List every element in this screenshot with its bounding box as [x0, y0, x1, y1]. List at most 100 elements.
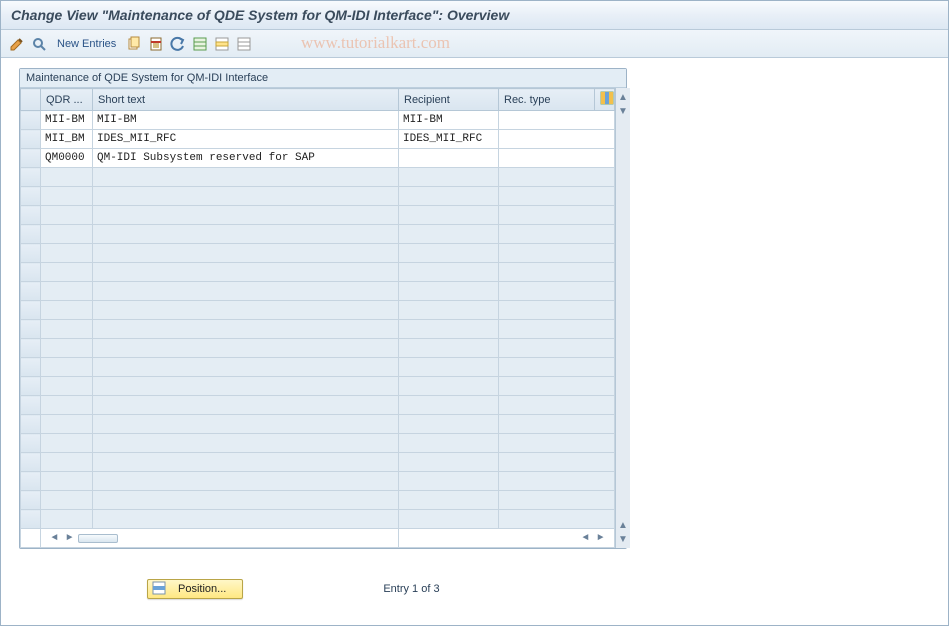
cell-short_text	[93, 187, 399, 206]
other-view-icon[interactable]	[31, 36, 47, 52]
cell-qdr[interactable]: MII_BM	[41, 130, 93, 149]
undo-icon[interactable]	[170, 36, 186, 52]
scroll-right-icon[interactable]: ►	[63, 532, 76, 545]
column-qdr[interactable]: QDR ...	[41, 89, 93, 111]
scroll-up-icon[interactable]: ▲	[616, 518, 630, 532]
cell-short_text[interactable]: QM-IDI Subsystem reserved for SAP	[93, 149, 399, 168]
cell-qdr	[41, 244, 93, 263]
cell-rec_type	[499, 168, 615, 187]
cell-qdr	[41, 377, 93, 396]
table-row: QM0000QM-IDI Subsystem reserved for SAP	[21, 149, 615, 168]
change-display-icon[interactable]	[9, 36, 25, 52]
column-rec-type[interactable]: Rec. type	[499, 89, 595, 111]
cell-qdr	[41, 434, 93, 453]
scroll-down-icon[interactable]: ▼	[616, 532, 630, 546]
cell-short_text	[93, 491, 399, 510]
delete-icon[interactable]	[148, 36, 164, 52]
row-selector[interactable]	[21, 510, 41, 529]
new-entries-button[interactable]: New Entries	[53, 38, 120, 50]
deselect-all-icon[interactable]	[236, 36, 252, 52]
configure-columns-button[interactable]	[595, 89, 615, 111]
row-selector[interactable]	[21, 225, 41, 244]
cell-short_text	[93, 206, 399, 225]
row-selector[interactable]	[21, 377, 41, 396]
row-selector[interactable]	[21, 130, 41, 149]
row-selector[interactable]	[21, 187, 41, 206]
cell-short_text[interactable]: IDES_MII_RFC	[93, 130, 399, 149]
cell-recipient	[399, 282, 499, 301]
select-block-icon[interactable]	[214, 36, 230, 52]
cell-rec_type[interactable]	[499, 130, 615, 149]
cell-short_text	[93, 377, 399, 396]
row-selector[interactable]	[21, 491, 41, 510]
table-row	[21, 301, 615, 320]
table-row	[21, 396, 615, 415]
cell-rec_type	[499, 472, 615, 491]
cell-qdr	[41, 453, 93, 472]
vertical-scrollbar[interactable]: ▲ ▼ ▲ ▼	[615, 88, 630, 548]
row-selector[interactable]	[21, 149, 41, 168]
cell-recipient	[399, 168, 499, 187]
cell-rec_type[interactable]	[499, 111, 615, 130]
row-selector[interactable]	[21, 415, 41, 434]
horizontal-scrollbar-right[interactable]: ◄ ►	[403, 532, 610, 545]
cell-qdr[interactable]: QM0000	[41, 149, 93, 168]
cell-recipient	[399, 263, 499, 282]
row-selector[interactable]	[21, 263, 41, 282]
cell-qdr[interactable]: MII-BM	[41, 111, 93, 130]
cell-qdr	[41, 339, 93, 358]
cell-recipient	[399, 377, 499, 396]
cell-recipient[interactable]	[399, 149, 499, 168]
table-row	[21, 339, 615, 358]
cell-recipient[interactable]: IDES_MII_RFC	[399, 130, 499, 149]
row-selector[interactable]	[21, 206, 41, 225]
select-all-icon[interactable]	[192, 36, 208, 52]
table-row	[21, 187, 615, 206]
cell-short_text[interactable]: MII-BM	[93, 111, 399, 130]
cell-rec_type	[499, 282, 615, 301]
scroll-down-icon[interactable]: ▼	[616, 104, 630, 118]
row-selector[interactable]	[21, 111, 41, 130]
column-short-text[interactable]: Short text	[93, 89, 399, 111]
row-selector[interactable]	[21, 472, 41, 491]
copy-icon[interactable]	[126, 36, 142, 52]
footer: Position... Entry 1 of 3	[19, 549, 938, 599]
cell-rec_type	[499, 263, 615, 282]
scroll-up-icon[interactable]: ▲	[616, 90, 630, 104]
toolbar: New Entries www.tutorialkart.com	[1, 30, 948, 58]
row-selector[interactable]	[21, 358, 41, 377]
row-selector[interactable]	[21, 301, 41, 320]
row-selector[interactable]	[21, 453, 41, 472]
table-row	[21, 263, 615, 282]
row-selector[interactable]	[21, 320, 41, 339]
scroll-thumb[interactable]	[78, 534, 118, 543]
cell-rec_type	[499, 453, 615, 472]
position-button[interactable]: Position...	[147, 579, 243, 599]
horizontal-scrollbar-left[interactable]: ◄ ►	[45, 532, 394, 545]
scroll-left-icon[interactable]: ◄	[579, 532, 592, 545]
cell-qdr	[41, 358, 93, 377]
column-row-selector[interactable]	[21, 89, 41, 111]
row-selector[interactable]	[21, 434, 41, 453]
cell-qdr	[41, 491, 93, 510]
cell-rec_type[interactable]	[499, 149, 615, 168]
cell-rec_type	[499, 377, 615, 396]
column-recipient[interactable]: Recipient	[399, 89, 499, 111]
table-row	[21, 434, 615, 453]
row-selector[interactable]	[21, 244, 41, 263]
row-selector[interactable]	[21, 396, 41, 415]
row-selector[interactable]	[21, 168, 41, 187]
cell-recipient[interactable]: MII-BM	[399, 111, 499, 130]
scroll-left-icon[interactable]: ◄	[48, 532, 61, 545]
cell-short_text	[93, 282, 399, 301]
row-selector[interactable]	[21, 339, 41, 358]
watermark-text: www.tutorialkart.com	[301, 33, 450, 53]
cell-recipient	[399, 491, 499, 510]
row-selector[interactable]	[21, 282, 41, 301]
cell-recipient	[399, 453, 499, 472]
cell-short_text	[93, 358, 399, 377]
cell-recipient	[399, 187, 499, 206]
cell-short_text	[93, 453, 399, 472]
cell-qdr	[41, 472, 93, 491]
scroll-right-icon[interactable]: ►	[594, 532, 607, 545]
